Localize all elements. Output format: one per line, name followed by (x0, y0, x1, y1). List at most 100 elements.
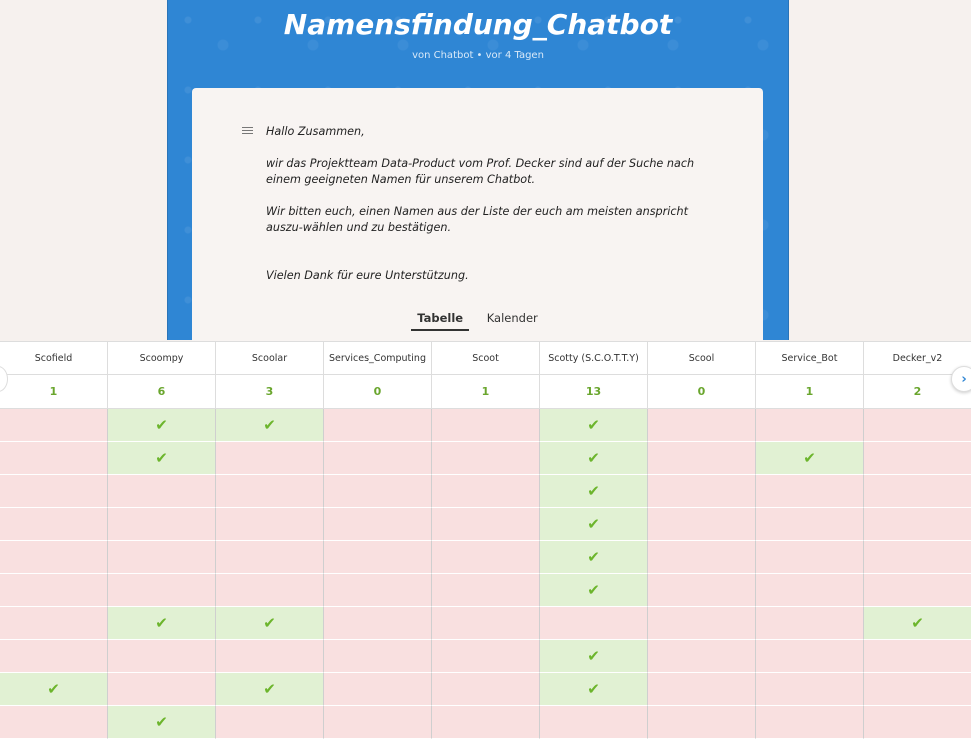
notes-icon (242, 127, 253, 136)
vote-cell-no (648, 508, 756, 541)
vote-cell-no (432, 442, 540, 475)
option-header: Scool (648, 341, 756, 375)
vote-cell-no (864, 508, 971, 541)
vote-cell-no (864, 442, 971, 475)
vote-cell-no (0, 409, 108, 442)
vote-cell-no (864, 574, 971, 607)
check-icon: ✔ (587, 646, 600, 665)
view-tabs: Tabelle Kalender (192, 311, 763, 331)
vote-cell-no (648, 475, 756, 508)
chevron-right-icon[interactable]: › (951, 366, 971, 392)
check-icon: ✔ (587, 481, 600, 500)
table-row: ✔ ✔ ✔ (0, 673, 971, 706)
vote-cell-no (324, 442, 432, 475)
vote-cell-no (216, 541, 324, 574)
vote-cell-no (648, 607, 756, 640)
vote-cell-yes: ✔ (540, 508, 648, 541)
vote-cell-yes: ✔ (108, 409, 216, 442)
vote-cell-no (108, 508, 216, 541)
vote-count: 6 (108, 375, 216, 409)
table-row: ✔ ✔ ✔ (0, 442, 971, 475)
vote-cell-no (0, 607, 108, 640)
check-icon: ✔ (47, 679, 60, 698)
vote-cell-yes: ✔ (108, 442, 216, 475)
vote-cell-no (648, 706, 756, 739)
vote-cell-yes: ✔ (540, 673, 648, 706)
vote-cell-no (648, 409, 756, 442)
vote-cell-no (864, 673, 971, 706)
poll-description: Hallo Zusammen, wir das Projektteam Data… (266, 124, 726, 300)
check-icon: ✔ (803, 448, 816, 467)
vote-cell-yes: ✔ (540, 409, 648, 442)
vote-cell-no (648, 442, 756, 475)
vote-cell-yes: ✔ (540, 475, 648, 508)
vote-cell-yes: ✔ (216, 607, 324, 640)
vote-cell-no (864, 541, 971, 574)
vote-cell-no (432, 607, 540, 640)
vote-cell-no (756, 640, 864, 673)
table-row: ✔ (0, 706, 971, 739)
check-icon: ✔ (155, 613, 168, 632)
vote-cell-yes: ✔ (216, 673, 324, 706)
vote-cell-no (540, 607, 648, 640)
vote-cell-no (756, 673, 864, 706)
vote-cell-no (0, 508, 108, 541)
check-icon: ✔ (587, 679, 600, 698)
table-row: ✔ (0, 508, 971, 541)
vote-cell-no (0, 574, 108, 607)
vote-cell-no (216, 475, 324, 508)
vote-cell-no (756, 607, 864, 640)
option-header: Scoompy (108, 341, 216, 375)
vote-cell-no (324, 673, 432, 706)
check-icon: ✔ (263, 613, 276, 632)
check-icon: ✔ (155, 712, 168, 731)
vote-cell-no (324, 475, 432, 508)
check-icon: ✔ (587, 415, 600, 434)
vote-cell-no (108, 673, 216, 706)
votes-table: Scofield Scoompy Scoolar Services_Computing… (0, 341, 971, 740)
vote-count: 0 (324, 375, 432, 409)
check-icon: ✔ (587, 514, 600, 533)
vote-cell-no (432, 475, 540, 508)
vote-cell-no (432, 409, 540, 442)
vote-cell-no (864, 706, 971, 739)
vote-count: 0 (648, 375, 756, 409)
table-row: ✔ (0, 574, 971, 607)
vote-count: 1 (756, 375, 864, 409)
vote-count-row: 1 6 3 0 1 13 0 1 2 (0, 375, 971, 409)
vote-cell-no (756, 706, 864, 739)
vote-cell-no (324, 541, 432, 574)
vote-cell-no (324, 640, 432, 673)
vote-cell-yes: ✔ (540, 541, 648, 574)
vote-cell-no (432, 574, 540, 607)
table-row: ✔ (0, 475, 971, 508)
poll-subtitle: von Chatbot • vor 4 Tagen (412, 50, 544, 61)
vote-cell-no (324, 508, 432, 541)
option-header: Scoolar (216, 341, 324, 375)
check-icon: ✔ (263, 679, 276, 698)
vote-cell-no (108, 640, 216, 673)
vote-cell-yes: ✔ (756, 442, 864, 475)
vote-cell-no (432, 541, 540, 574)
tab-kalender[interactable]: Kalender (481, 311, 544, 329)
table-row: ✔ (0, 640, 971, 673)
vote-cell-no (324, 409, 432, 442)
description-thanks: Vielen Dank für eure Unterstützung. (266, 269, 469, 282)
tab-tabelle[interactable]: Tabelle (411, 311, 470, 331)
option-header: Scofield (0, 341, 108, 375)
vote-cell-no (648, 640, 756, 673)
table-row: ✔ ✔ ✔ (0, 607, 971, 640)
table-header-row: Scofield Scoompy Scoolar Services_Computing… (0, 341, 971, 375)
vote-cell-no (324, 574, 432, 607)
option-header: Service_Bot (756, 341, 864, 375)
vote-cell-no (756, 475, 864, 508)
vote-cell-no (648, 541, 756, 574)
vote-cell-no (324, 607, 432, 640)
option-header: Scotty (S.C.O.T.T.Y) (540, 341, 648, 375)
vote-cell-yes: ✔ (108, 607, 216, 640)
check-icon: ✔ (587, 448, 600, 467)
vote-cell-no (864, 640, 971, 673)
vote-cell-no (756, 508, 864, 541)
vote-cell-yes: ✔ (540, 640, 648, 673)
option-header: Services_Computing (324, 341, 432, 375)
